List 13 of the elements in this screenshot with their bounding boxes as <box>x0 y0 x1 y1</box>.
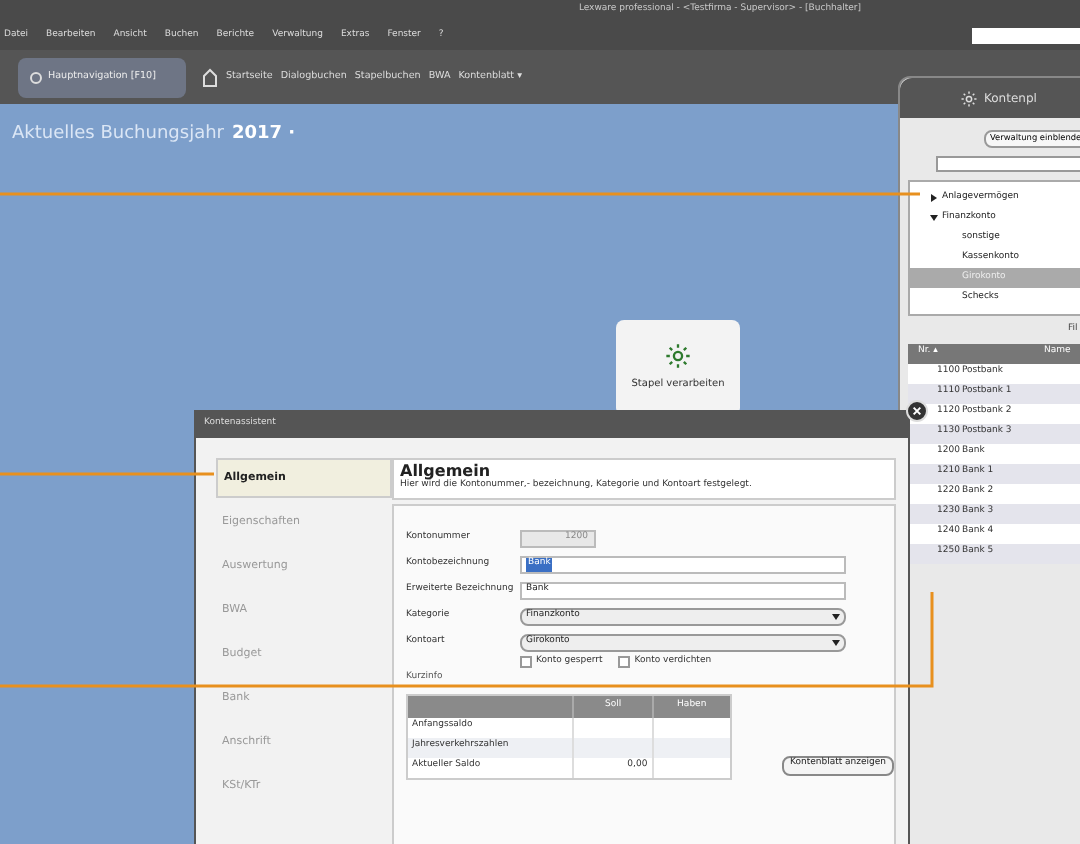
search-field[interactable] <box>972 28 1080 44</box>
checkbox[interactable] <box>520 656 532 669</box>
gear-icon <box>960 89 978 107</box>
caret-icon <box>832 640 840 646</box>
year-label: Aktuelles Buchungsjahr <box>12 122 224 148</box>
expanded-arrow-icon <box>930 214 938 222</box>
gear-icon <box>664 342 692 371</box>
checkbox[interactable] <box>618 656 631 669</box>
collapsed-arrow-icon <box>930 194 938 202</box>
heading: Allgemein <box>400 464 491 481</box>
panel-search-field[interactable] <box>936 156 1080 172</box>
home-icon[interactable] <box>202 67 218 87</box>
caret-icon <box>832 614 840 620</box>
